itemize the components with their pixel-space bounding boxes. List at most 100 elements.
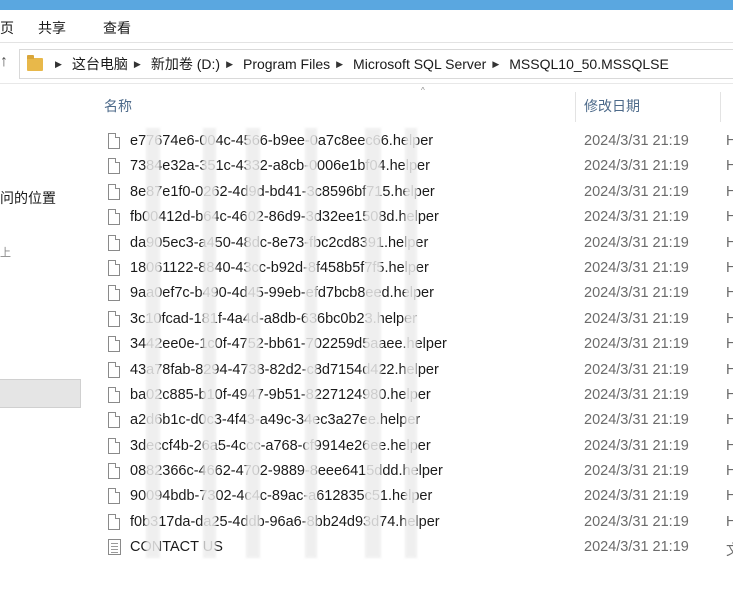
file-icon [108,488,120,505]
file-name: e77674e6-004c-4566-b9ee-0a7c8eec66.helpe… [130,133,434,149]
file-name: da905ec3-a450-48dc-8e73-fbc2cd8391.helpe… [130,234,429,251]
breadcrumb-this-pc[interactable]: 这台电脑 [72,54,128,74]
window-top-strip [0,0,733,10]
file-type-partial: H [726,259,733,276]
file-icon [108,209,120,226]
file-type-partial: H [726,183,733,200]
file-icon [108,285,120,302]
file-modified-date: 2024/3/31 21:19 [584,285,689,302]
file-modified-date: 2024/3/31 21:19 [584,209,689,226]
file-name: 9aa0ef7c-b490-4d45-99eb-efd7bcb8eed.help… [130,285,434,302]
file-type-partial: H [726,133,733,149]
ribbon-tabs: 页 共享 查看 [0,10,733,43]
sort-caret-icon: ^ [421,86,425,95]
chevron-right-icon[interactable]: ▶ [55,59,62,70]
up-arrow-icon[interactable]: ↑ [0,53,8,71]
file-modified-date: 2024/3/31 21:19 [584,412,689,429]
file-type-partial: H [726,437,733,454]
chevron-right-icon[interactable]: ▶ [226,59,233,70]
nav-item-location[interactable]: 问的位置 [0,188,56,208]
address-bar[interactable]: ▶ 这台电脑 ▶ 新加卷 (D:) ▶ Program Files ▶ Micr… [19,49,733,79]
file-icon [108,437,120,454]
file-name: f0b317da-da25-4ddb-96a6-8bb24d93d74.help… [130,513,440,530]
file-type-partial: H [726,285,733,302]
file-icon [108,386,120,403]
breadcrumb-mssql-instance[interactable]: MSSQL10_50.MSSQLSE [509,56,669,72]
navigation-pane: 问的位置 上 [0,84,82,592]
file-modified-date: 2024/3/31 21:19 [584,133,689,149]
breadcrumb-drive-d[interactable]: 新加卷 (D:) [151,54,220,74]
column-divider[interactable] [720,92,721,122]
file-name: ba02c885-b10f-4947-9b51-8227124980.helpe… [130,386,431,403]
file-icon [108,183,120,200]
redaction-band [146,128,160,558]
redaction-band [405,128,417,558]
file-name: 18061122-8840-43cc-b92d-8f458b5f7f5.help… [130,259,429,276]
file-type-partial: H [726,386,733,403]
file-type-partial: 文 [726,539,733,560]
file-modified-date: 2024/3/31 21:19 [584,183,689,200]
file-type-partial: H [726,336,733,353]
nav-item-partial[interactable]: 上 [0,244,11,260]
file-modified-date: 2024/3/31 21:19 [584,463,689,480]
breadcrumb-microsoft-sql-server[interactable]: Microsoft SQL Server [353,56,486,72]
chevron-right-icon[interactable]: ▶ [492,59,499,70]
column-divider[interactable] [575,92,576,122]
file-name: 8e87e1f0-0262-4d9d-bd41-3c8596bf715.help… [130,183,435,200]
file-name: fb00412d-b64c-4602-86d9-3d32ee1508d.help… [130,209,439,226]
redaction-band [203,128,216,558]
file-name: 0882366c-4662-4702-9889-8eee6415ddd.help… [130,463,443,480]
file-icon [108,259,120,276]
file-type-partial: H [726,158,733,175]
file-modified-date: 2024/3/31 21:19 [584,336,689,353]
file-modified-date: 2024/3/31 21:19 [584,234,689,251]
file-type-partial: H [726,412,733,429]
file-icon [108,513,120,530]
file-modified-date: 2024/3/31 21:19 [584,513,689,530]
file-name: 3deccf4b-26a5-4ccc-a768-cf9914e26ee.help… [130,437,431,454]
file-icon [108,158,120,175]
tab-share[interactable]: 共享 [38,18,66,38]
column-header-date[interactable]: 修改日期 [584,96,640,116]
file-modified-date: 2024/3/31 21:19 [584,488,689,505]
file-type-partial: H [726,234,733,251]
file-name: 7384e32a-351c-4332-a8cb-0006e1bf04.helpe… [130,158,430,175]
address-bar-row: ↑ ▶ 这台电脑 ▶ 新加卷 (D:) ▶ Program Files ▶ Mi… [0,43,733,84]
column-header-name[interactable]: 名称 [104,96,132,116]
file-icon [108,412,120,429]
file-icon [108,336,120,353]
nav-item-selected[interactable] [0,379,81,408]
chevron-right-icon[interactable]: ▶ [134,59,141,70]
file-type-partial: H [726,209,733,226]
file-modified-date: 2024/3/31 21:19 [584,386,689,403]
file-type-partial: H [726,463,733,480]
file-name: 90094bdb-7302-4c4c-89ac-a612835c51.helpe… [130,488,433,505]
file-modified-date: 2024/3/31 21:19 [584,437,689,454]
file-type-partial: H [726,361,733,378]
file-modified-date: 2024/3/31 21:19 [584,539,689,556]
breadcrumb-program-files[interactable]: Program Files [243,56,330,72]
file-name: 43a78fab-8294-4738-82d2-c8d7154d422.help… [130,361,439,378]
tab-view-cut[interactable]: 页 [0,18,14,38]
column-header-row: ^ 名称 修改日期 [88,86,733,122]
redaction-band [246,128,260,558]
file-modified-date: 2024/3/31 21:19 [584,310,689,327]
redaction-band [305,128,317,558]
chevron-right-icon[interactable]: ▶ [336,59,343,70]
folder-icon [27,54,43,71]
file-icon [108,310,120,327]
file-modified-date: 2024/3/31 21:19 [584,361,689,378]
file-type-partial: H [726,513,733,530]
file-modified-date: 2024/3/31 21:19 [584,259,689,276]
file-icon [108,463,120,480]
file-icon [108,234,120,251]
file-modified-date: 2024/3/31 21:19 [584,158,689,175]
file-icon [108,361,120,378]
file-type-partial: H [726,488,733,505]
file-name: 3442ee0e-1c0f-4752-bb61-702259d5aaee.hel… [130,336,447,353]
redaction-band [365,128,381,558]
text-document-icon [108,539,121,556]
tab-view[interactable]: 查看 [103,18,131,38]
file-type-partial: H [726,310,733,327]
file-icon [108,133,120,149]
